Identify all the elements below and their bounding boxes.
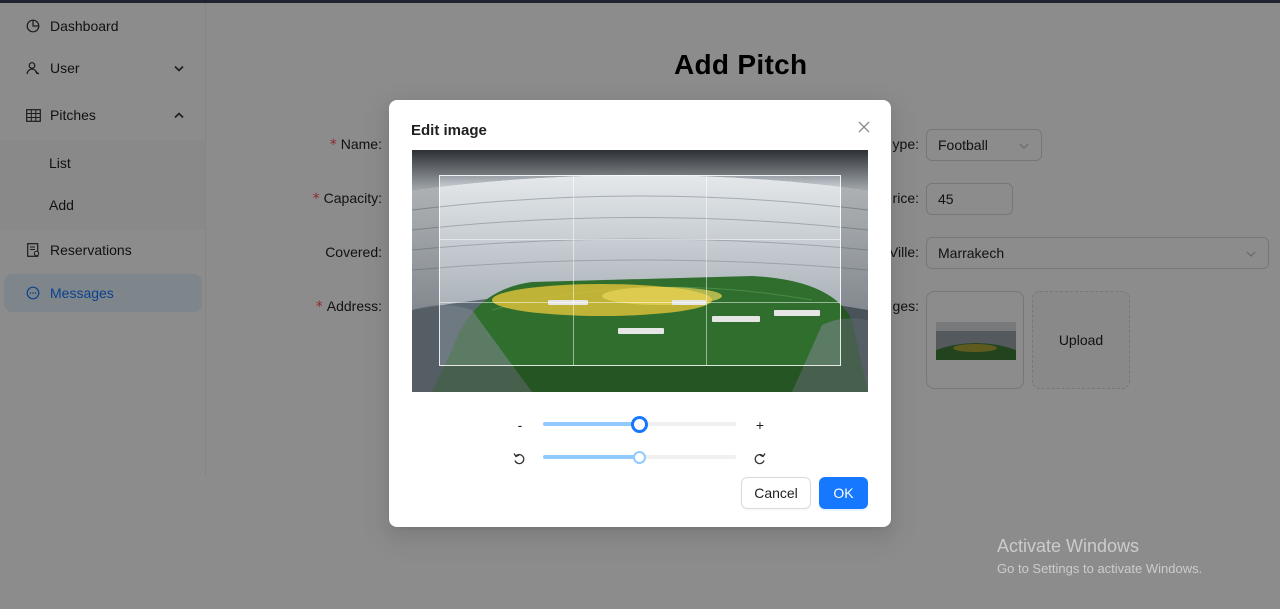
ok-button[interactable]: OK bbox=[819, 477, 868, 509]
zoom-slider[interactable] bbox=[543, 416, 736, 433]
image-crop-area[interactable] bbox=[412, 150, 868, 392]
activate-windows-watermark: Activate Windows Go to Settings to activ… bbox=[997, 536, 1202, 576]
crop-grid-line bbox=[706, 176, 708, 365]
crop-grid-line bbox=[573, 176, 575, 365]
zoom-slider-handle[interactable] bbox=[631, 416, 648, 433]
crop-grid-line bbox=[440, 238, 840, 240]
rotate-slider-track bbox=[543, 455, 640, 459]
zoom-in-button[interactable]: + bbox=[753, 417, 767, 433]
zoom-slider-track bbox=[543, 422, 640, 426]
activate-windows-subtitle: Go to Settings to activate Windows. bbox=[997, 561, 1203, 576]
crop-box[interactable] bbox=[439, 175, 841, 366]
edit-image-modal: Edit image - + Cancel OK bbox=[389, 100, 891, 527]
rotate-slider[interactable] bbox=[543, 451, 736, 464]
rotate-slider-handle[interactable] bbox=[633, 451, 646, 464]
modal-title: Edit image bbox=[411, 122, 487, 139]
close-icon[interactable] bbox=[855, 118, 873, 136]
rotate-right-icon[interactable] bbox=[753, 451, 767, 465]
zoom-out-button[interactable]: - bbox=[513, 417, 527, 433]
cancel-button[interactable]: Cancel bbox=[741, 477, 811, 509]
activate-windows-title: Activate Windows bbox=[997, 536, 1140, 556]
crop-grid-line bbox=[440, 301, 840, 303]
rotate-left-icon[interactable] bbox=[512, 451, 526, 465]
